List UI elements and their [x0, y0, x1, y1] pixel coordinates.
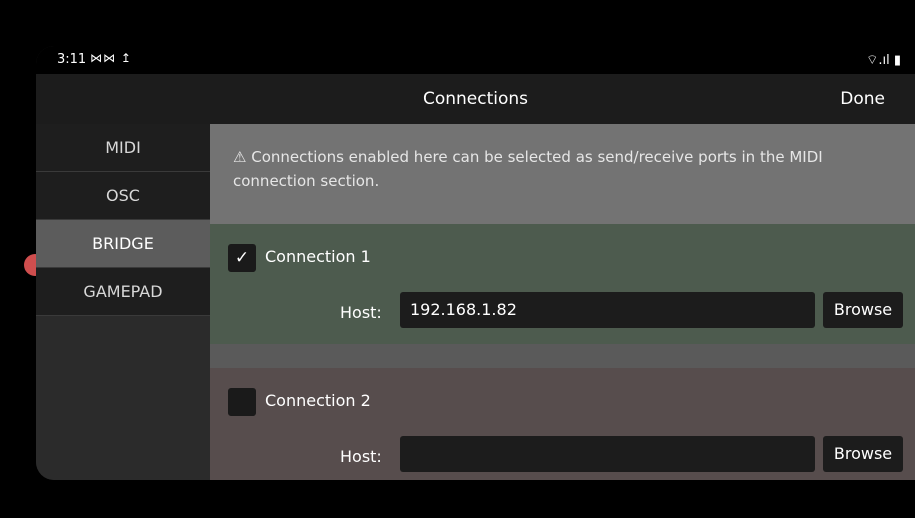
info-notice: ⚠ Connections enabled here can be select… — [210, 124, 915, 224]
notice-text: ⚠ Connections enabled here can be select… — [233, 148, 823, 190]
sidebar-item-osc[interactable]: OSC — [36, 172, 210, 220]
host-input-1[interactable]: 192.168.1.82 — [400, 292, 815, 328]
connection-panel-2: Connection 2 Host: Browse — [210, 368, 915, 480]
connection-1-label: Connection 1 — [265, 247, 371, 266]
connection-1-checkbox[interactable]: ✓ — [228, 244, 256, 272]
browse-button-1[interactable]: Browse — [823, 292, 903, 328]
connection-panel-1: ✓ Connection 1 Host: 192.168.1.82 Browse — [210, 224, 915, 344]
connection-2-label: Connection 2 — [265, 391, 371, 410]
status-bar: 3:11 ⋈⋈ ↥ ⌔.ıl ▮ — [36, 46, 915, 74]
divider — [210, 344, 915, 368]
host-label: Host: — [340, 447, 382, 466]
sidebar: MIDI OSC BRIDGE GAMEPAD — [36, 124, 210, 480]
title-bar: Connections Done — [36, 74, 915, 124]
system-status-icons: ⌔.ıl ▮ — [866, 53, 901, 68]
notification-icons: ⋈⋈ ↥ — [90, 51, 132, 65]
done-button[interactable]: Done — [840, 89, 885, 109]
connection-2-checkbox[interactable] — [228, 388, 256, 416]
sidebar-item-midi[interactable]: MIDI — [36, 124, 210, 172]
host-input-2[interactable] — [400, 436, 815, 472]
main-content: ⚠ Connections enabled here can be select… — [210, 124, 915, 480]
browse-button-2[interactable]: Browse — [823, 436, 903, 472]
page-title: Connections — [422, 89, 529, 109]
host-label: Host: — [340, 303, 382, 322]
app-window: 3:11 ⋈⋈ ↥ ⌔.ıl ▮ Connections Done MIDI O… — [36, 46, 915, 480]
status-time: 3:11 — [57, 52, 87, 67]
sidebar-item-bridge[interactable]: BRIDGE — [36, 220, 210, 268]
sidebar-item-gamepad[interactable]: GAMEPAD — [36, 268, 210, 316]
